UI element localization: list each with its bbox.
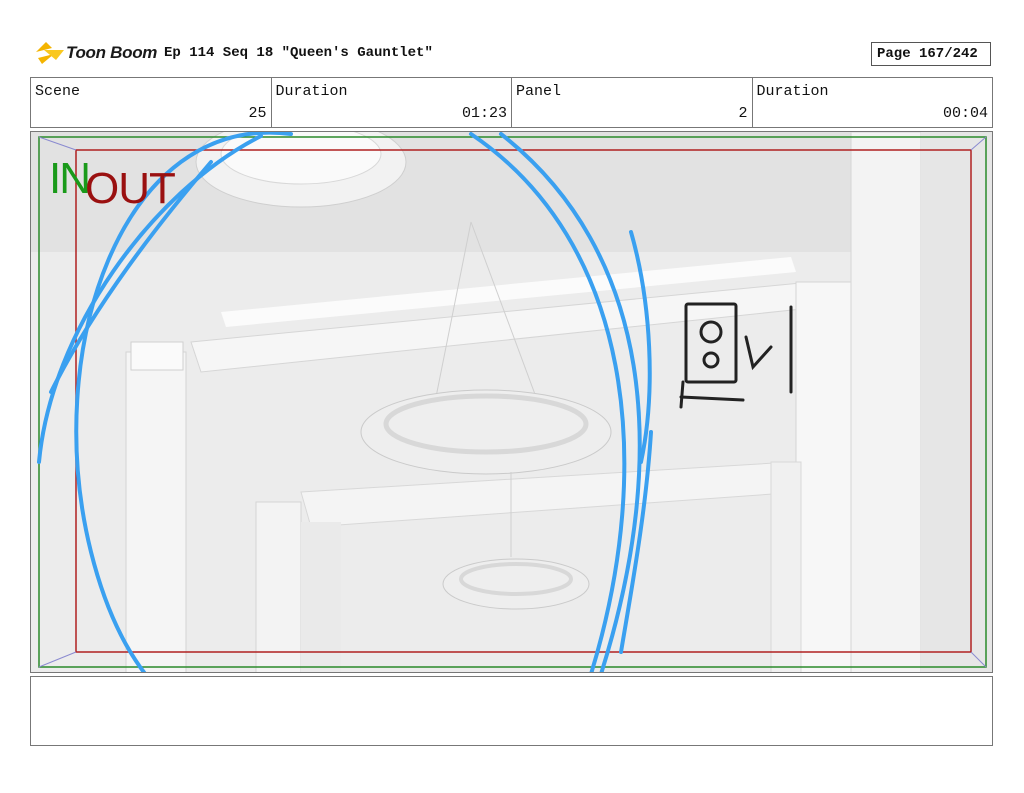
scene-duration-value: 01:23 xyxy=(461,105,507,122)
scene-label: Scene xyxy=(35,83,81,100)
panel-duration-cell: Duration 00:04 xyxy=(753,78,993,127)
scene-duration-label: Duration xyxy=(275,83,348,100)
out-frame-label: OUT xyxy=(85,164,176,213)
scene-duration-cell: Duration 01:23 xyxy=(272,78,512,127)
storyboard-panel: IN OUT xyxy=(30,131,993,673)
info-bar: Scene 25 Duration 01:23 Panel 2 Duration… xyxy=(30,77,993,128)
panel-cell: Panel 2 xyxy=(512,78,753,127)
scene-value: 25 xyxy=(248,105,267,122)
logo-text: Toon Boom xyxy=(66,43,158,62)
scene-cell: Scene 25 xyxy=(31,78,272,127)
page-number: Page 167/242 xyxy=(871,42,991,66)
panel-duration-label: Duration xyxy=(756,83,829,100)
panel-duration-value: 00:04 xyxy=(942,105,988,122)
panel-value: 2 xyxy=(738,105,748,122)
panel-artwork xyxy=(31,132,992,672)
in-frame-label: IN xyxy=(49,154,91,203)
panel-label: Panel xyxy=(516,83,562,100)
notes-box xyxy=(30,676,993,746)
page-title: Ep 114 Seq 18 "Queen's Gauntlet" xyxy=(164,45,433,61)
